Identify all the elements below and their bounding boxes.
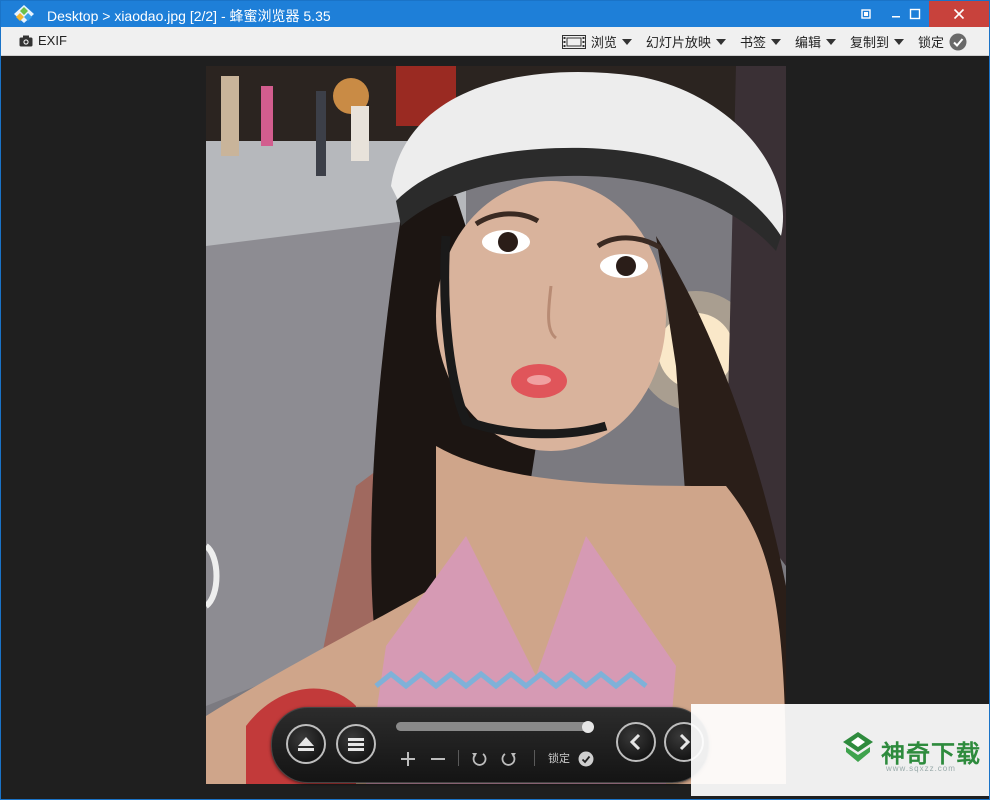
check-circle-icon (578, 751, 594, 767)
slideshow-label: 幻灯片放映 (645, 35, 711, 50)
close-button[interactable] (929, 1, 989, 27)
divider (458, 750, 459, 766)
screenshot-button[interactable] (851, 1, 881, 27)
photo-image (206, 66, 786, 784)
maximize-icon (909, 8, 921, 20)
zoom-out-button[interactable] (428, 750, 448, 768)
minus-icon (431, 758, 445, 760)
chevron-down-icon (621, 38, 632, 45)
filmstrip-icon (561, 34, 586, 49)
rotate-right-icon (501, 753, 516, 766)
playback-control-bar: 锁定 (271, 707, 709, 783)
previous-image-button[interactable] (616, 722, 656, 762)
chevron-down-icon (893, 38, 904, 45)
app-window: Desktop > xiaodao.jpg [2/2] - 蜂蜜浏览器 5.35 (0, 0, 990, 800)
exif-button[interactable]: EXIF (19, 33, 67, 48)
edit-menu[interactable]: 编辑 (795, 32, 836, 51)
window-title: Desktop > xiaodao.jpg [2/2] - 蜂蜜浏览器 5.35 (47, 8, 331, 24)
menu-icon (348, 738, 364, 751)
edit-label: 编辑 (794, 35, 821, 50)
watermark-logo-icon (843, 732, 873, 762)
chevron-down-icon (770, 38, 781, 45)
main-toolbar: EXIF 浏览 幻灯片放映 书签 编辑 复制到 锁定 (1, 27, 989, 56)
rotate-left-button[interactable] (468, 750, 490, 768)
eject-button[interactable] (286, 724, 326, 764)
lock-toggle[interactable] (576, 750, 596, 768)
exif-label: EXIF (38, 33, 67, 48)
lock-toggle[interactable]: 锁定 (918, 32, 967, 51)
lock-label: 锁定 (917, 35, 944, 50)
chevron-left-icon (629, 733, 641, 751)
close-icon (953, 8, 965, 20)
watermark-url: www.sqxzz.com (886, 764, 956, 773)
progress-slider-thumb[interactable] (582, 721, 594, 733)
bookmarks-menu[interactable]: 书签 (740, 32, 781, 51)
site-watermark: 神奇下载 www.sqxzz.com (691, 704, 989, 796)
chevron-down-icon (715, 38, 726, 45)
chevron-right-icon (679, 733, 691, 751)
copy-to-menu[interactable]: 复制到 (850, 32, 904, 51)
browse-label: 浏览 (590, 35, 617, 50)
lock-label: 锁定 (548, 753, 570, 765)
screenshot-icon (861, 9, 871, 19)
zoom-in-button[interactable] (398, 750, 418, 768)
menu-button[interactable] (336, 724, 376, 764)
displayed-photo (206, 66, 786, 784)
progress-slider[interactable] (396, 722, 592, 731)
copy-to-label: 复制到 (849, 35, 889, 50)
chevron-down-icon (825, 38, 836, 45)
rotate-left-icon (472, 753, 487, 766)
bookmarks-label: 书签 (739, 35, 766, 50)
rotate-right-button[interactable] (498, 750, 520, 768)
app-logo-icon (14, 5, 34, 23)
plus-icon (401, 752, 415, 766)
browse-menu[interactable]: 浏览 (561, 32, 632, 51)
check-circle-icon (949, 33, 967, 50)
maximize-button[interactable] (901, 1, 929, 27)
divider (534, 750, 535, 766)
camera-icon (19, 35, 33, 46)
eject-icon (298, 737, 314, 751)
title-bar[interactable]: Desktop > xiaodao.jpg [2/2] - 蜂蜜浏览器 5.35 (1, 1, 989, 27)
slideshow-menu[interactable]: 幻灯片放映 (646, 32, 726, 51)
